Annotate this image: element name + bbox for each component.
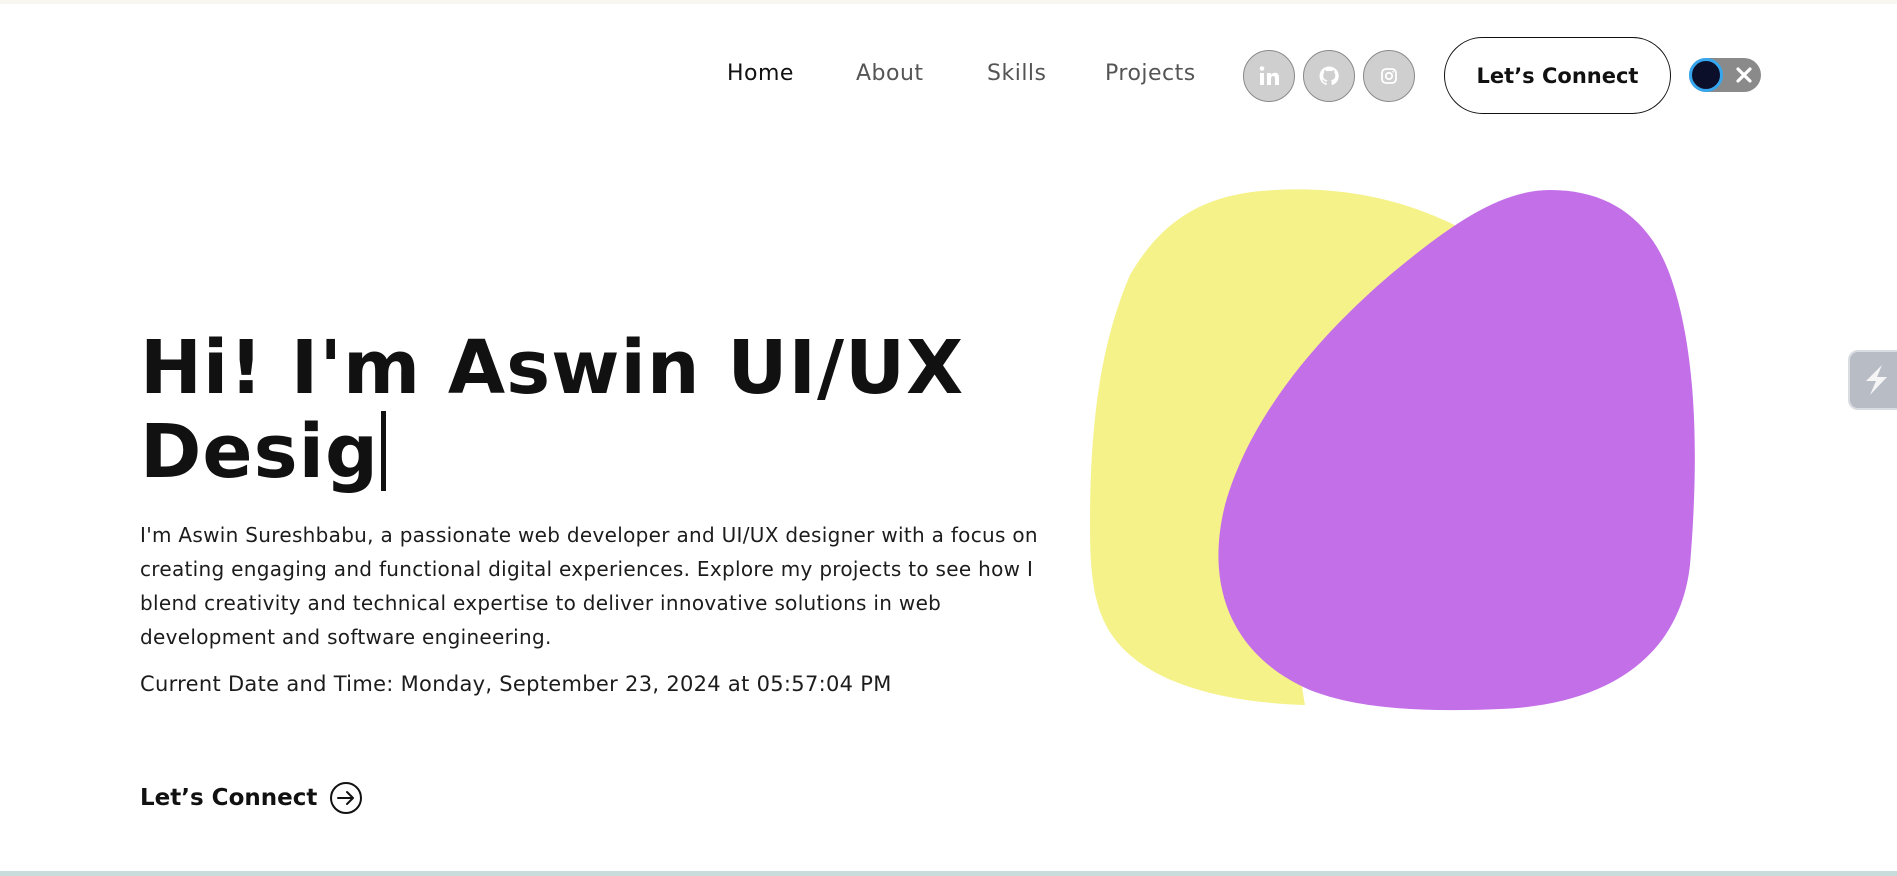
theme-toggle[interactable]	[1689, 58, 1761, 92]
nav-link-skills[interactable]: Skills	[987, 56, 1047, 92]
hero-illustration	[1090, 185, 1710, 715]
nav-link-about[interactable]: About	[856, 56, 924, 92]
linkedin-icon	[1257, 64, 1281, 88]
linkedin-link[interactable]	[1243, 50, 1295, 102]
arrow-right-circle-icon	[329, 781, 363, 815]
intro-paragraph: I'm Aswin Sureshbabu, a passionate web d…	[140, 518, 1040, 654]
top-strip	[0, 0, 1897, 4]
extension-icon	[1860, 362, 1892, 398]
current-datetime: Current Date and Time: Monday, September…	[140, 672, 1040, 696]
hero-title-line-2: Desig	[140, 409, 379, 495]
instagram-link[interactable]	[1363, 50, 1415, 102]
instagram-icon	[1377, 64, 1401, 88]
typing-caret	[381, 411, 386, 491]
cta-label: Let’s Connect	[140, 785, 317, 811]
hero-title-line-1: Hi! I'm Aswin UI/UX	[140, 325, 964, 411]
hero-title: Hi! I'm Aswin UI/UX Desig	[140, 326, 1040, 494]
close-icon	[1731, 62, 1757, 88]
github-link[interactable]	[1303, 50, 1355, 102]
nav-link-home[interactable]: Home	[727, 56, 794, 92]
bottom-strip	[0, 871, 1897, 876]
site-logo[interactable]	[150, 58, 206, 80]
nav-link-projects[interactable]: Projects	[1105, 56, 1196, 92]
side-extension-tab[interactable]	[1848, 350, 1897, 410]
lets-connect-link[interactable]: Let’s Connect	[140, 778, 363, 818]
github-icon	[1317, 64, 1341, 88]
moon-icon	[1689, 58, 1723, 92]
lets-connect-button[interactable]: Let’s Connect	[1444, 37, 1671, 114]
